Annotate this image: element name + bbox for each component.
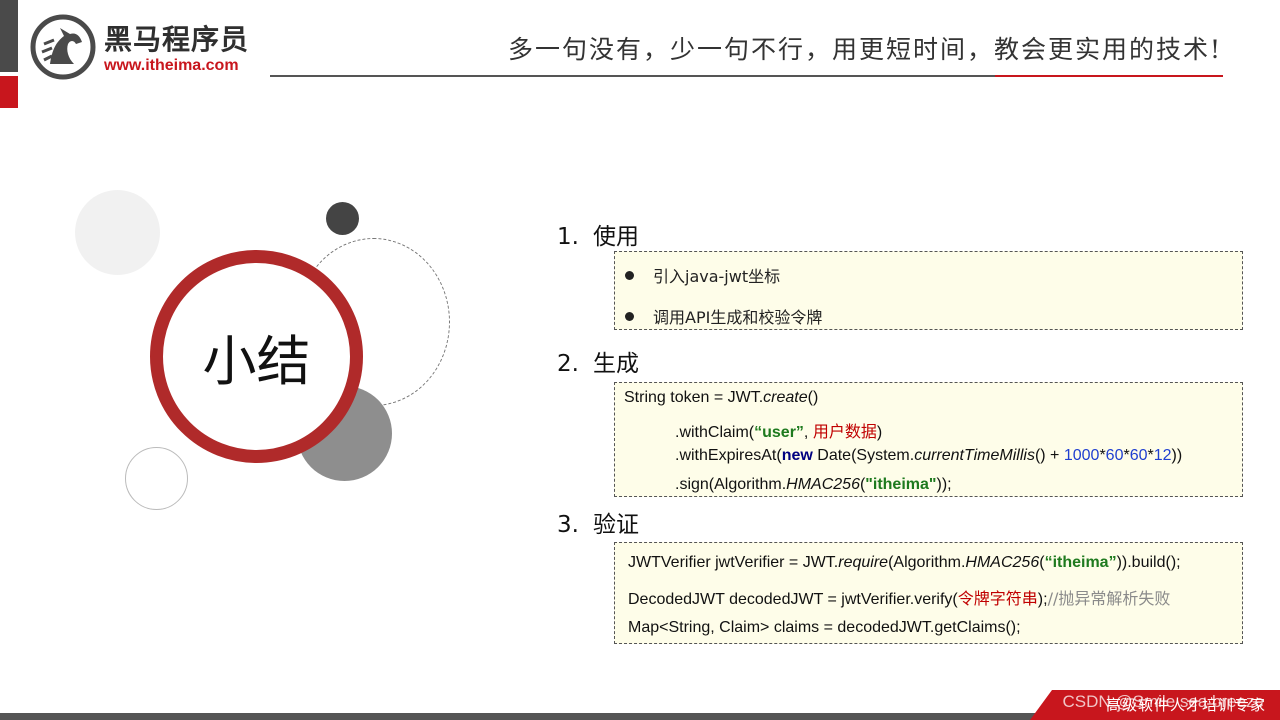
code-line: .sign(Algorithm.HMAC256("itheima")); — [675, 476, 952, 493]
summary-title: 小结 — [202, 330, 311, 393]
summary-ring: 小结 — [150, 250, 363, 463]
horse-logo-icon — [30, 14, 96, 80]
slogan: 多一句没有，少一句不行，用更短时间，教会更实用的技术! — [507, 35, 1222, 64]
section-heading-generate: 2. 生成 — [557, 344, 639, 378]
verify-code-box: JWTVerifier jwtVerifier = JWT.require(Al… — [614, 542, 1243, 644]
list-item: 引入java-jwt坐标 — [625, 263, 780, 287]
header-divider-accent — [995, 75, 1223, 77]
list-item: 调用API生成和校验令牌 — [625, 304, 822, 328]
logo: 黑马程序员 www.itheima.com — [30, 14, 260, 80]
decor-circle-light — [75, 190, 160, 275]
section-heading-use: 1. 使用 — [557, 217, 639, 251]
header-accent-red — [0, 76, 18, 108]
logo-website: www.itheima.com — [104, 57, 239, 74]
code-line: DecodedJWT decodedJWT = jwtVerifier.veri… — [628, 589, 1171, 608]
section-number: 2. — [557, 351, 579, 377]
section-heading-verify: 3. 验证 — [557, 505, 639, 539]
section-title: 使用 — [593, 224, 639, 250]
bullet-icon — [625, 271, 634, 280]
code-line: String token = JWT.create() — [624, 389, 819, 406]
decor-circle-outline — [125, 447, 188, 510]
section-number: 3. — [557, 512, 579, 538]
bullet-icon — [625, 312, 634, 321]
section-title: 生成 — [593, 351, 639, 377]
watermark: CSDN @Smile sea breeze — [1062, 692, 1265, 711]
code-line: Map<String, Claim> claims = decodedJWT.g… — [628, 619, 1021, 636]
code-line: .withExpiresAt(new Date(System.currentTi… — [675, 447, 1183, 464]
header-accent-bar — [0, 0, 18, 72]
section-number: 1. — [557, 224, 579, 250]
usage-box: 引入java-jwt坐标 调用API生成和校验令牌 — [614, 251, 1243, 330]
generate-code-box: String token = JWT.create() .withClaim(“… — [614, 382, 1243, 497]
section-title: 验证 — [593, 512, 639, 538]
code-line: JWTVerifier jwtVerifier = JWT.require(Al… — [628, 554, 1181, 571]
code-line: .withClaim(“user”, 用户数据) — [675, 422, 883, 441]
decor-circle-dark — [326, 202, 359, 235]
logo-brand-name: 黑马程序员 — [104, 23, 250, 56]
